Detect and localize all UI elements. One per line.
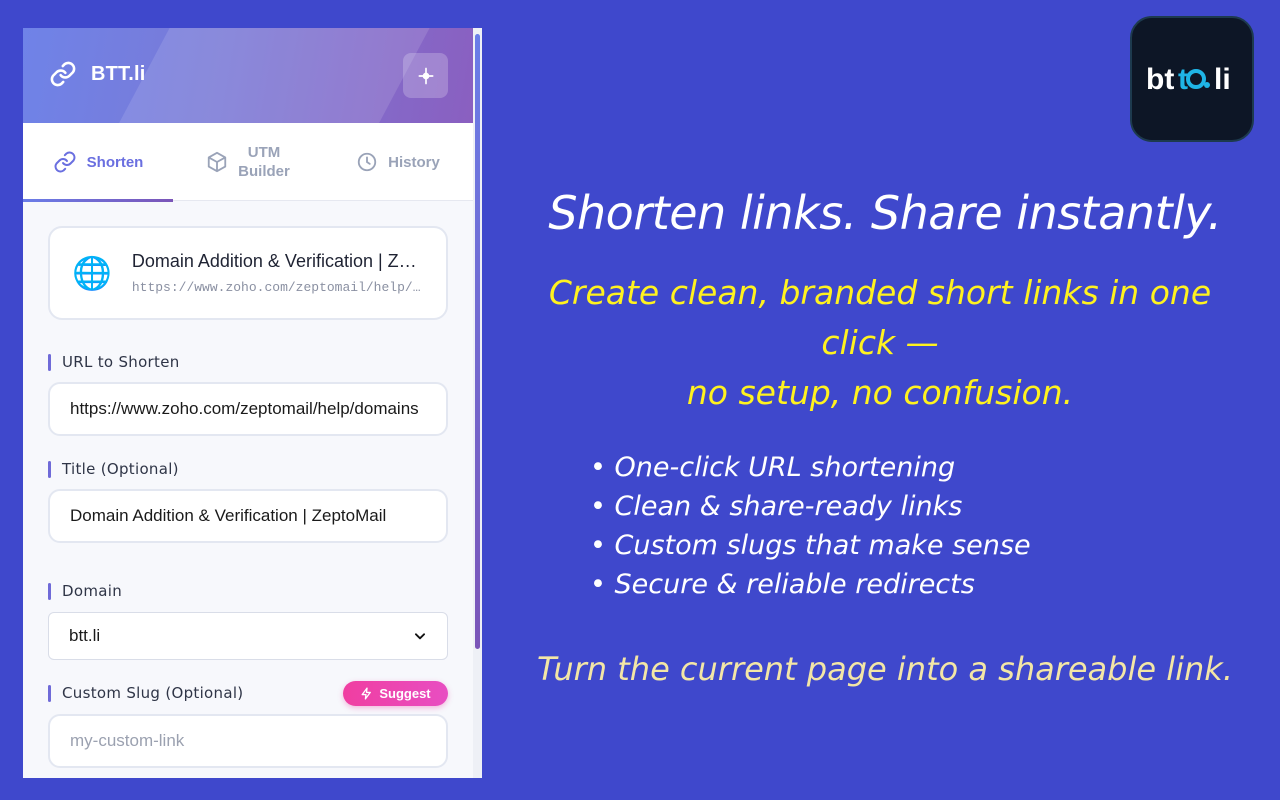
chevron-down-icon <box>414 633 426 640</box>
brand: BTT.li <box>49 60 146 88</box>
page-preview-card: 🌐 Domain Addition & Verification | Zepto… <box>48 226 448 320</box>
headline: Shorten links. Share instantly. <box>548 186 1222 240</box>
subline-line: Create clean, branded short links in one <box>548 273 1212 312</box>
url-label: URL to Shorten <box>48 353 180 371</box>
lightning-icon <box>361 687 372 700</box>
preview-url: https://www.zoho.com/zeptomail/help/doma… <box>131 280 422 295</box>
scrollbar-track[interactable] <box>473 28 482 778</box>
url-input[interactable] <box>48 382 448 436</box>
subline-line: no setup, no confusion. <box>686 373 1074 412</box>
domain-select[interactable]: btt.li <box>48 612 448 660</box>
pin-icon <box>418 67 433 84</box>
tab-label: History <box>388 153 440 171</box>
clock-icon <box>357 152 377 172</box>
subline: Create clean, branded short links in one… <box>530 268 1230 418</box>
pin-button[interactable] <box>403 53 448 98</box>
svg-text:bt: bt <box>1146 63 1174 96</box>
domain-label: Domain <box>48 582 122 600</box>
extension-popup: BTT.li Shorten UTM Builder History 🌐 Dom… <box>23 28 482 778</box>
slug-label: Custom Slug (Optional) <box>48 684 243 702</box>
cube-icon <box>207 151 227 173</box>
title-input[interactable] <box>48 489 448 543</box>
preview-text: Domain Addition & Verification | ZeptoMa… <box>132 251 422 295</box>
preview-title: Domain Addition & Verification | ZeptoMa… <box>131 251 422 271</box>
tab-utm-builder[interactable]: UTM Builder <box>173 123 323 201</box>
tab-bar: Shorten UTM Builder History <box>23 123 473 202</box>
brand-title: BTT.li <box>91 62 146 85</box>
btt-li-logo-icon: bt t li <box>1146 63 1231 96</box>
suggest-label: Suggest <box>379 686 431 701</box>
feature-list: • One-click URL shortening • Clean & sha… <box>590 448 1031 604</box>
brand-logo: bt t li <box>1130 16 1254 142</box>
feature-item: • Clean & share-ready links <box>590 491 963 522</box>
tab-label: UTM Builder <box>238 144 290 180</box>
link-icon <box>50 61 76 87</box>
title-label: Title (Optional) <box>48 460 179 478</box>
feature-item: • One-click URL shortening <box>590 452 956 483</box>
popup-header: BTT.li <box>23 28 473 123</box>
link-icon <box>54 151 76 173</box>
globe-icon: 🌐 <box>72 254 112 292</box>
svg-text:li: li <box>1214 63 1231 96</box>
scrollbar-thumb[interactable] <box>475 34 480 649</box>
domain-selected-value: btt.li <box>69 626 101 645</box>
call-to-action: Turn the current page into a shareable l… <box>537 650 1233 688</box>
tab-history[interactable]: History <box>323 123 473 201</box>
feature-item: • Custom slugs that make sense <box>590 530 1031 561</box>
tab-shorten[interactable]: Shorten <box>23 123 173 202</box>
feature-item: • Secure & reliable redirects <box>590 569 975 600</box>
tab-label: Shorten <box>86 153 144 171</box>
custom-slug-input[interactable] <box>48 714 448 768</box>
subline-line: click — <box>821 323 939 362</box>
suggest-button[interactable]: Suggest <box>343 681 448 706</box>
